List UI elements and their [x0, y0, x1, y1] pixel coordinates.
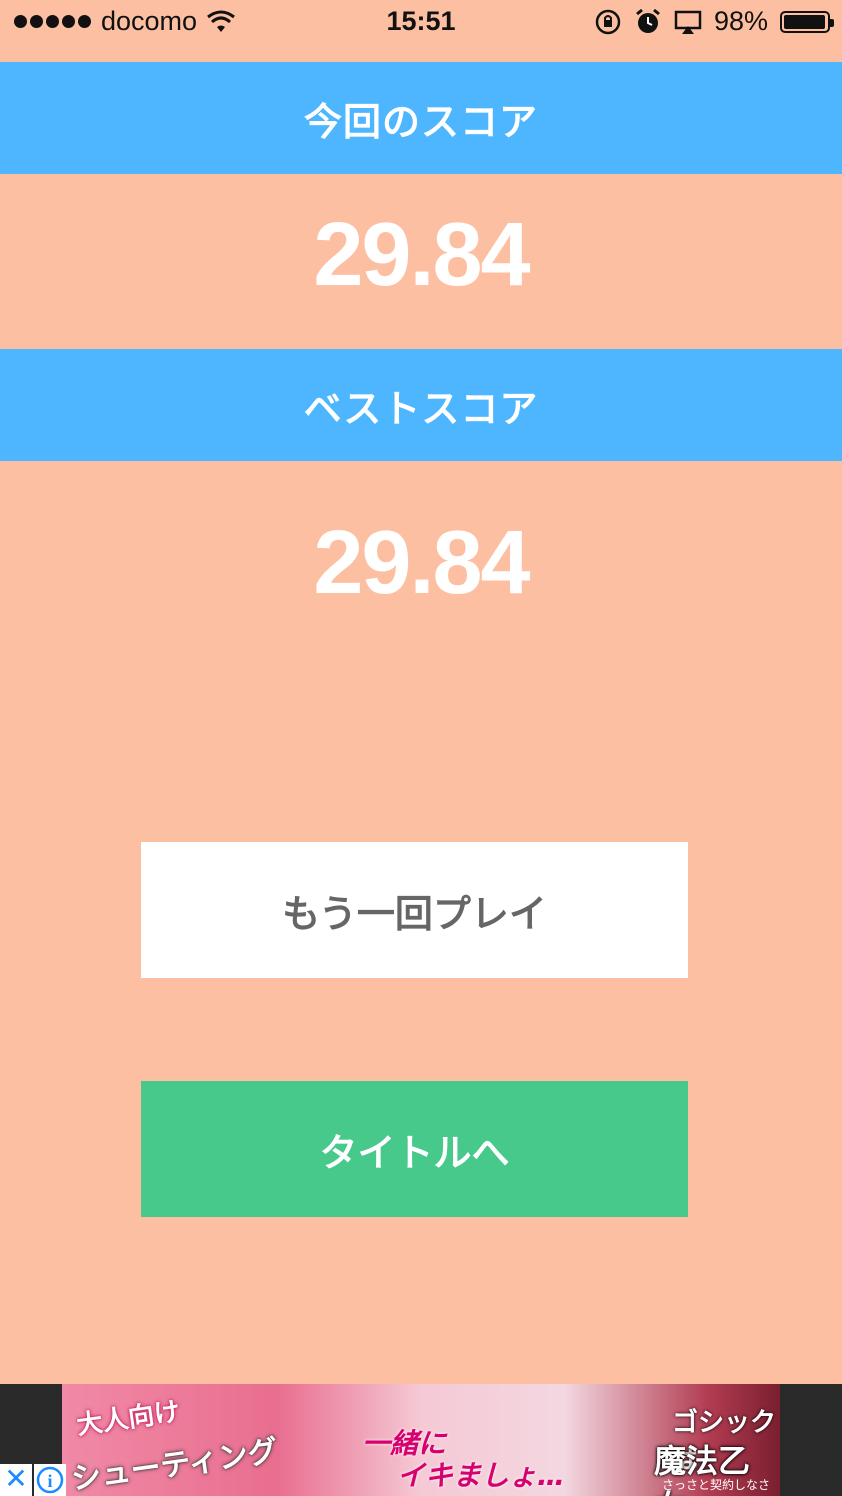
- status-bar: docomo 15:51 98%: [0, 0, 842, 48]
- alarm-icon: [636, 8, 660, 33]
- current-score-value: 29.84: [313, 205, 530, 305]
- battery-fill: [784, 14, 826, 29]
- current-score-label: 今回のスコア: [303, 99, 538, 144]
- ad-info-icon[interactable]: i: [34, 1464, 66, 1496]
- ad-text: イキましょ…: [397, 1459, 566, 1492]
- play-again-button[interactable]: もう一回プレイ: [141, 842, 688, 978]
- ad-text: さっさと契約しなさい!: [662, 1478, 771, 1496]
- status-right: 98%: [594, 6, 834, 37]
- rotation-lock-icon: [595, 9, 621, 34]
- current-score-header: 今回のスコア: [0, 62, 842, 174]
- battery-icon: [780, 10, 834, 33]
- best-score-label: ベストスコア: [303, 386, 539, 431]
- back-to-title-button[interactable]: タイトルへ: [141, 1081, 688, 1217]
- ad-banner[interactable]: 大人向け シューティング 一緒に イキましょ… ゴシックは 魔法乙女 さっさと契…: [0, 1384, 842, 1496]
- best-score-header: ベストスコア: [0, 349, 842, 461]
- best-score-value: 29.84: [313, 513, 530, 613]
- airplay-icon: [674, 10, 702, 34]
- ad-image[interactable]: 大人向け シューティング 一緒に イキましょ… ゴシックは 魔法乙女 さっさと契…: [62, 1384, 780, 1496]
- svg-text:i: i: [47, 1471, 52, 1491]
- battery-percent: 98%: [713, 6, 768, 36]
- ad-close-icon[interactable]: ✕: [0, 1464, 32, 1496]
- ad-text: 大人向け: [74, 1396, 182, 1442]
